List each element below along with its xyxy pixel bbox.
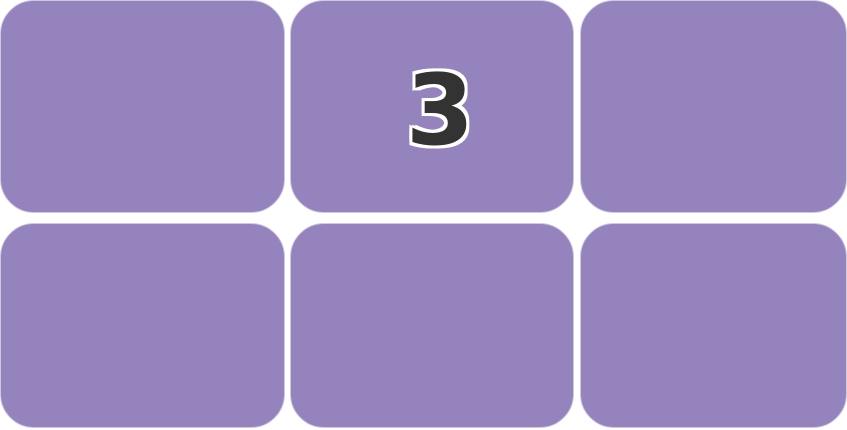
tile-2[interactable]: 3	[290, 0, 574, 213]
tile-1[interactable]	[0, 0, 285, 213]
tile-5[interactable]	[290, 223, 574, 428]
tile-6[interactable]	[580, 223, 847, 428]
tile-label: 3	[405, 53, 475, 168]
game-board: 3	[0, 0, 847, 430]
tile-3[interactable]	[580, 0, 847, 213]
tile-4[interactable]	[0, 223, 285, 428]
